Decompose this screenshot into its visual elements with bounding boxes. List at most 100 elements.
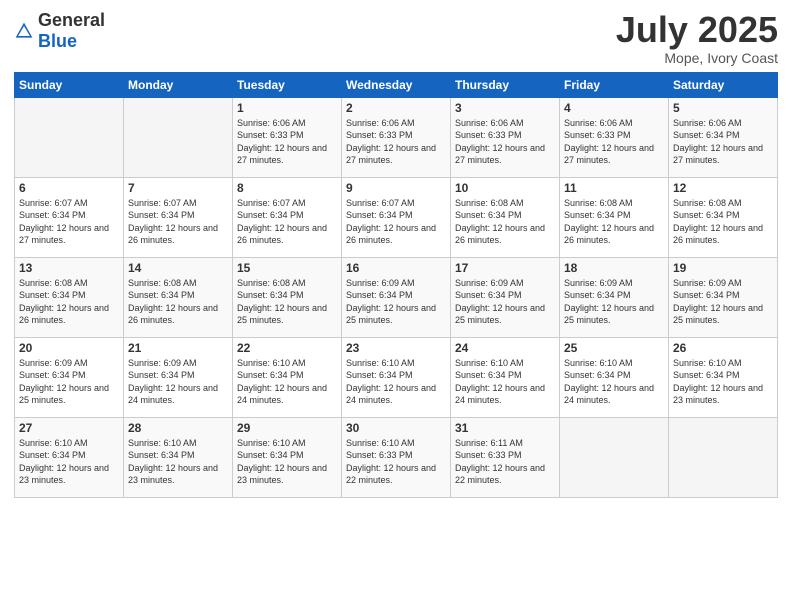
- day-cell: 1Sunrise: 6:06 AM Sunset: 6:33 PM Daylig…: [233, 97, 342, 177]
- day-info: Sunrise: 6:10 AM Sunset: 6:34 PM Dayligh…: [19, 437, 119, 487]
- day-cell: [669, 417, 778, 497]
- day-cell: 17 Sunrise: 6:09 AM Sunset: 6:34 PM Dayli…: [451, 257, 560, 337]
- day-info: Sunrise: 6:06 AM Sunset: 6:33 PM Dayligh…: [564, 117, 664, 167]
- day-info: Sunrise: 6:06 AM Sunset: 6:33 PM Dayligh…: [455, 117, 555, 167]
- day-info: Sunrise: 6:10 AM Sunset: 6:34 PM Dayligh…: [237, 437, 337, 487]
- day-info: Sunrise: 6:10 AM Sunset: 6:34 PM Dayligh…: [237, 357, 337, 407]
- day-cell: [560, 417, 669, 497]
- day-number: 29: [237, 421, 337, 435]
- day-cell: 25 Sunrise: 6:10 AM Sunset: 6:34 PM Dayli…: [560, 337, 669, 417]
- day-number: 28: [128, 421, 228, 435]
- calendar-body: 1 Sunrise: 6:06 AM Sunset: 6:33 PM Daylig…: [15, 97, 778, 497]
- day-number: 20: [19, 341, 119, 355]
- day-number: 3: [455, 101, 555, 115]
- day-cell: 14 Sunrise: 6:08 AM Sunset: 6:34 PM Dayli…: [124, 257, 233, 337]
- day-cell: 6 Sunrise: 6:07 AM Sunset: 6:34 PM Daylig…: [15, 177, 124, 257]
- day-cell: [124, 97, 233, 177]
- day-number: 21: [128, 341, 228, 355]
- day-of-week-header: Wednesday: [342, 72, 451, 97]
- day-number: 31: [455, 421, 555, 435]
- location: Mope, Ivory Coast: [616, 50, 778, 66]
- day-cell: 3 Sunrise: 6:06 AM Sunset: 6:33 PM Daylig…: [451, 97, 560, 177]
- days-of-week-row: SundayMondayTuesdayWednesdayThursdayFrid…: [15, 72, 778, 97]
- day-number: 6: [19, 181, 119, 195]
- day-cell: 5Sunrise: 6:06 AM Sunset: 6:34 PM Daylig…: [669, 97, 778, 177]
- day-number: 26: [673, 341, 773, 355]
- day-cell: 13 Sunrise: 6:08 AM Sunset: 6:34 PM Dayli…: [15, 257, 124, 337]
- calendar-header: SundayMondayTuesdayWednesdayThursdayFrid…: [15, 72, 778, 97]
- day-info: Sunrise: 6:06 AM Sunset: 6:33 PM Dayligh…: [346, 117, 446, 167]
- logo: General Blue: [14, 10, 105, 52]
- day-info: Sunrise: 6:10 AM Sunset: 6:34 PM Dayligh…: [346, 357, 446, 407]
- day-number: 7: [128, 181, 228, 195]
- day-number: 14: [128, 261, 228, 275]
- day-cell: 28 Sunrise: 6:10 AM Sunset: 6:34 PM Dayli…: [124, 417, 233, 497]
- day-info: Sunrise: 6:10 AM Sunset: 6:34 PM Dayligh…: [128, 437, 228, 487]
- day-info: Sunrise: 6:08 AM Sunset: 6:34 PM Dayligh…: [128, 277, 228, 327]
- day-of-week-header: Saturday: [669, 72, 778, 97]
- day-info: Sunrise: 6:08 AM Sunset: 6:34 PM Dayligh…: [237, 277, 337, 327]
- day-cell: 11 Sunrise: 6:08 AM Sunset: 6:34 PM Dayli…: [560, 177, 669, 257]
- day-cell: 23 Sunrise: 6:10 AM Sunset: 6:34 PM Dayli…: [342, 337, 451, 417]
- day-info: Sunrise: 6:08 AM Sunset: 6:34 PM Dayligh…: [564, 197, 664, 247]
- header: General Blue July 2025 Mope, Ivory Coast: [14, 10, 778, 66]
- day-number: 15: [237, 261, 337, 275]
- day-number: 4: [564, 101, 664, 115]
- day-cell: 27 Sunrise: 6:10 AM Sunset: 6:34 PM Dayli…: [15, 417, 124, 497]
- day-number: 1: [237, 101, 337, 115]
- logo-general: General: [38, 10, 105, 30]
- day-info: Sunrise: 6:07 AM Sunset: 6:34 PM Dayligh…: [346, 197, 446, 247]
- day-number: 9: [346, 181, 446, 195]
- day-cell: 12Sunrise: 6:08 AM Sunset: 6:34 PM Dayli…: [669, 177, 778, 257]
- day-info: Sunrise: 6:09 AM Sunset: 6:34 PM Dayligh…: [455, 277, 555, 327]
- week-row: 27 Sunrise: 6:10 AM Sunset: 6:34 PM Dayli…: [15, 417, 778, 497]
- logo-text: General Blue: [38, 10, 105, 52]
- week-row: 6 Sunrise: 6:07 AM Sunset: 6:34 PM Daylig…: [15, 177, 778, 257]
- day-number: 2: [346, 101, 446, 115]
- day-cell: 26 Sunrise: 6:10 AM Sunset: 6:34 PM Dayli…: [669, 337, 778, 417]
- title-block: July 2025 Mope, Ivory Coast: [616, 10, 778, 66]
- day-info: Sunrise: 6:10 AM Sunset: 6:34 PM Dayligh…: [673, 357, 773, 407]
- week-row: 13 Sunrise: 6:08 AM Sunset: 6:34 PM Dayli…: [15, 257, 778, 337]
- day-cell: 7Sunrise: 6:07 AM Sunset: 6:34 PM Daylig…: [124, 177, 233, 257]
- day-info: Sunrise: 6:08 AM Sunset: 6:34 PM Dayligh…: [673, 197, 773, 247]
- day-number: 18: [564, 261, 664, 275]
- day-number: 16: [346, 261, 446, 275]
- day-cell: 15 Sunrise: 6:08 AM Sunset: 6:34 PM Dayli…: [233, 257, 342, 337]
- day-number: 8: [237, 181, 337, 195]
- day-of-week-header: Tuesday: [233, 72, 342, 97]
- day-info: Sunrise: 6:09 AM Sunset: 6:34 PM Dayligh…: [19, 357, 119, 407]
- day-number: 5: [673, 101, 773, 115]
- day-cell: 21Sunrise: 6:09 AM Sunset: 6:34 PM Dayli…: [124, 337, 233, 417]
- day-number: 27: [19, 421, 119, 435]
- page: General Blue July 2025 Mope, Ivory Coast…: [0, 0, 792, 612]
- day-info: Sunrise: 6:07 AM Sunset: 6:34 PM Dayligh…: [237, 197, 337, 247]
- day-info: Sunrise: 6:08 AM Sunset: 6:34 PM Dayligh…: [19, 277, 119, 327]
- logo-blue: Blue: [38, 31, 77, 51]
- week-row: 20 Sunrise: 6:09 AM Sunset: 6:34 PM Dayli…: [15, 337, 778, 417]
- day-number: 24: [455, 341, 555, 355]
- day-of-week-header: Monday: [124, 72, 233, 97]
- day-cell: 8 Sunrise: 6:07 AM Sunset: 6:34 PM Daylig…: [233, 177, 342, 257]
- day-of-week-header: Friday: [560, 72, 669, 97]
- day-info: Sunrise: 6:07 AM Sunset: 6:34 PM Dayligh…: [19, 197, 119, 247]
- day-number: 11: [564, 181, 664, 195]
- day-cell: 18Sunrise: 6:09 AM Sunset: 6:34 PM Dayli…: [560, 257, 669, 337]
- day-info: Sunrise: 6:10 AM Sunset: 6:33 PM Dayligh…: [346, 437, 446, 487]
- day-cell: 30 Sunrise: 6:10 AM Sunset: 6:33 PM Dayli…: [342, 417, 451, 497]
- day-number: 17: [455, 261, 555, 275]
- day-number: 10: [455, 181, 555, 195]
- day-info: Sunrise: 6:10 AM Sunset: 6:34 PM Dayligh…: [455, 357, 555, 407]
- day-info: Sunrise: 6:10 AM Sunset: 6:34 PM Dayligh…: [564, 357, 664, 407]
- day-cell: 31Sunrise: 6:11 AM Sunset: 6:33 PM Dayli…: [451, 417, 560, 497]
- day-number: 25: [564, 341, 664, 355]
- day-number: 23: [346, 341, 446, 355]
- day-number: 30: [346, 421, 446, 435]
- day-cell: 4 Sunrise: 6:06 AM Sunset: 6:33 PM Daylig…: [560, 97, 669, 177]
- day-number: 13: [19, 261, 119, 275]
- day-cell: 2 Sunrise: 6:06 AM Sunset: 6:33 PM Daylig…: [342, 97, 451, 177]
- day-number: 19: [673, 261, 773, 275]
- logo-icon: [14, 21, 34, 41]
- day-cell: 24 Sunrise: 6:10 AM Sunset: 6:34 PM Dayli…: [451, 337, 560, 417]
- day-info: Sunrise: 6:09 AM Sunset: 6:34 PM Dayligh…: [346, 277, 446, 327]
